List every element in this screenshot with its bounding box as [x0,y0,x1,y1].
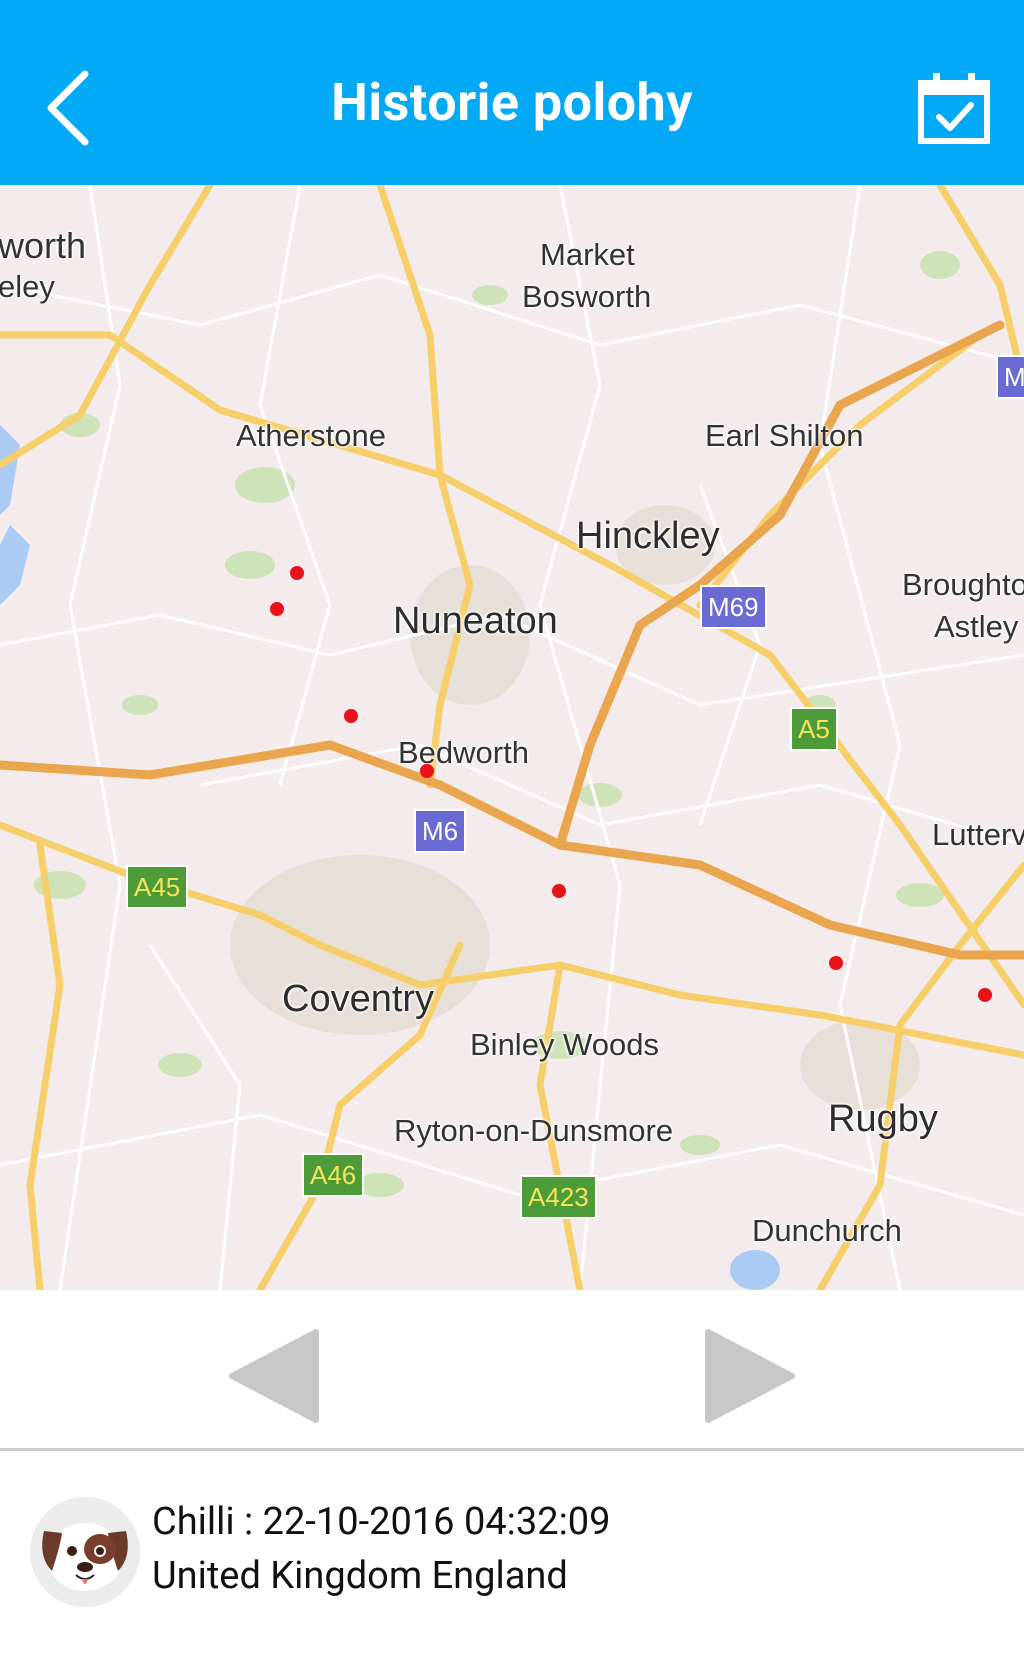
track-point[interactable] [290,566,304,580]
map-label-binley-woods: Binley Woods [470,1027,659,1062]
road-shield-a5: A5 [790,707,838,751]
calendar-check-icon [918,73,990,144]
road-shield-a423: A423 [520,1175,597,1219]
map-label-eley: eley [0,269,55,304]
history-navigation [0,1290,1024,1450]
previous-button[interactable] [226,1326,326,1426]
track-point[interactable] [270,602,284,616]
app-header: Historie polohy [0,0,1024,185]
map-label-worth: worth [0,225,87,266]
map-view[interactable]: worth eley Market Bosworth Atherstone Ea… [0,185,1024,1290]
avatar [30,1497,140,1607]
map-label-astley: Astley [934,609,1019,644]
next-button[interactable] [698,1326,798,1426]
map-label-broughton: Broughto [902,567,1024,602]
track-point[interactable] [978,988,992,1002]
road-shield-m69: M69 [700,585,767,629]
map-label-lutterworth: Lutterv [932,817,1024,852]
road-shield-m: M [996,355,1024,399]
road-shield-m6: M6 [414,809,467,853]
location-country: United Kingdom England [152,1554,568,1598]
map-label-atherstone: Atherstone [236,418,386,453]
location-info: Chilli : 22-10-2016 04:32:09 United King… [0,1451,1024,1676]
dog-face-icon [30,1497,140,1607]
track-point[interactable] [552,884,566,898]
map-label-earl-shilton: Earl Shilton [705,418,864,453]
triangle-left-icon [229,1329,319,1423]
triangle-right-icon [705,1329,795,1423]
map-label-market: Market [540,237,635,272]
map-label-nuneaton: Nuneaton [393,600,558,642]
track-point[interactable] [344,709,358,723]
track-point[interactable] [420,764,434,778]
road-shield-a46: A46 [302,1153,365,1197]
map-label-bedworth: Bedworth [398,735,529,770]
calendar-button[interactable] [914,68,994,148]
map-label-ryton: Ryton-on-Dunsmore [394,1113,674,1148]
map-label-coventry: Coventry [282,978,435,1020]
map-label-bosworth: Bosworth [522,279,652,314]
pet-timestamp: Chilli : 22-10-2016 04:32:09 [152,1500,611,1544]
location-details: Chilli : 22-10-2016 04:32:09 United King… [152,1495,611,1603]
map-label-rugby: Rugby [828,1098,938,1140]
track-point[interactable] [829,956,843,970]
map-label-hinckley: Hinckley [576,515,720,557]
page-title: Historie polohy [331,72,693,133]
app-screen: Historie polohy worth eley Market Boswor… [0,0,1024,1676]
road-shield-a45: A45 [126,865,189,909]
map-label-dunchurch: Dunchurch [752,1213,902,1248]
